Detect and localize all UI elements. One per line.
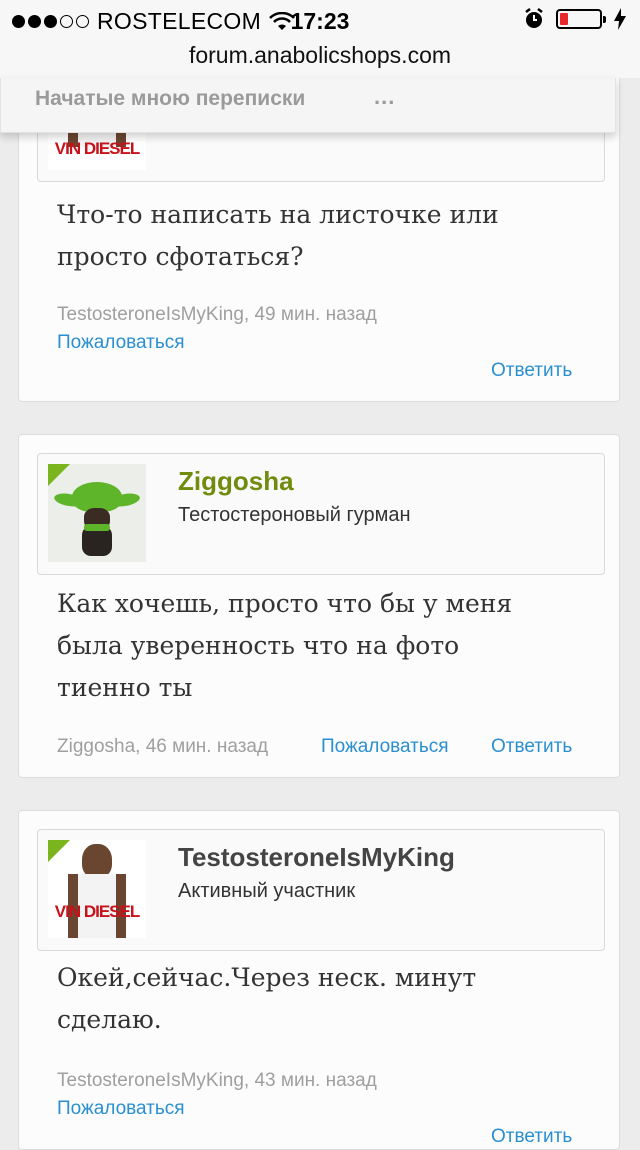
post-2-meta: Ziggosha, 46 мин. назад (57, 736, 269, 757)
vin-diesel-logo: VIN DIESEL (54, 139, 140, 158)
post-3-message: Окей,сейчас.Через неск. минут сделаю. (57, 957, 476, 1041)
post-3-user-title: Активный участник (178, 880, 356, 902)
my-conversations-link[interactable]: Начатые мною переписки (35, 87, 305, 111)
post-2-user-title: Тестостероновый гурман (178, 504, 411, 526)
post-3-username[interactable]: TestosteroneIsMyKing (178, 842, 455, 873)
battery-level (560, 13, 568, 25)
alarm-icon (525, 8, 543, 28)
message-line: Как хочешь, просто что бы у меня (57, 589, 513, 618)
post-3-avatar[interactable]: VIN DIESEL (48, 840, 146, 938)
nav-more-button[interactable]: ... (374, 84, 395, 110)
message-feed: VIN DIESEL Что-то написать на листочке и… (0, 0, 640, 1150)
nav-dropdown-panel: Начатые мною переписки ... (0, 78, 616, 133)
post-3-reply-link[interactable]: Ответить (491, 1126, 572, 1148)
post-3-meta: TestosteroneIsMyKing, 43 мин. назад (57, 1070, 377, 1091)
message-line: сделаю. (57, 1005, 162, 1034)
message-line: тиенно ты (57, 673, 193, 702)
status-bar: ROSTELECOM 17:23 (0, 0, 640, 40)
message-line: была уверенность что на фото (57, 631, 460, 660)
post-1-report-link[interactable]: Пожаловаться (57, 332, 185, 354)
message-line: Что-то написать на листочке или (57, 200, 499, 229)
post-3: VIN DIESEL TestosteroneIsMyKing Активный… (18, 810, 620, 1150)
post-2-reply-link[interactable]: Ответить (491, 736, 572, 758)
post-2-avatar[interactable] (48, 464, 146, 562)
message-line: просто сфотаться? (57, 242, 304, 271)
online-badge (48, 840, 70, 862)
message-line: Окей,сейчас.Через неск. минут (57, 963, 477, 992)
post-2: Ziggosha Тестостероновый гурман Как хоче… (18, 434, 620, 778)
browser-address-bar[interactable]: forum.anabolicshops.com (0, 40, 640, 78)
post-2-username[interactable]: Ziggosha (178, 466, 294, 497)
post-2-message: Как хочешь, просто что бы у меня была ув… (57, 583, 512, 709)
post-2-author-card: Ziggosha Тестостероновый гурман (37, 453, 605, 575)
vin-diesel-logo: VIN DIESEL (54, 902, 140, 921)
online-badge (48, 464, 70, 486)
post-1-reply-link[interactable]: Ответить (491, 360, 572, 382)
post-3-report-link[interactable]: Пожаловаться (57, 1098, 185, 1120)
charging-bolt-icon (614, 8, 626, 30)
battery-icon (556, 9, 606, 29)
post-1-meta: TestosteroneIsMyKing, 49 мин. назад (57, 304, 377, 325)
post-2-report-link[interactable]: Пожаловаться (321, 736, 449, 758)
url-text[interactable]: forum.anabolicshops.com (189, 40, 451, 69)
post-1-message: Что-то написать на листочке или просто с… (57, 194, 499, 278)
post-3-author-card: VIN DIESEL TestosteroneIsMyKing Активный… (37, 829, 605, 951)
